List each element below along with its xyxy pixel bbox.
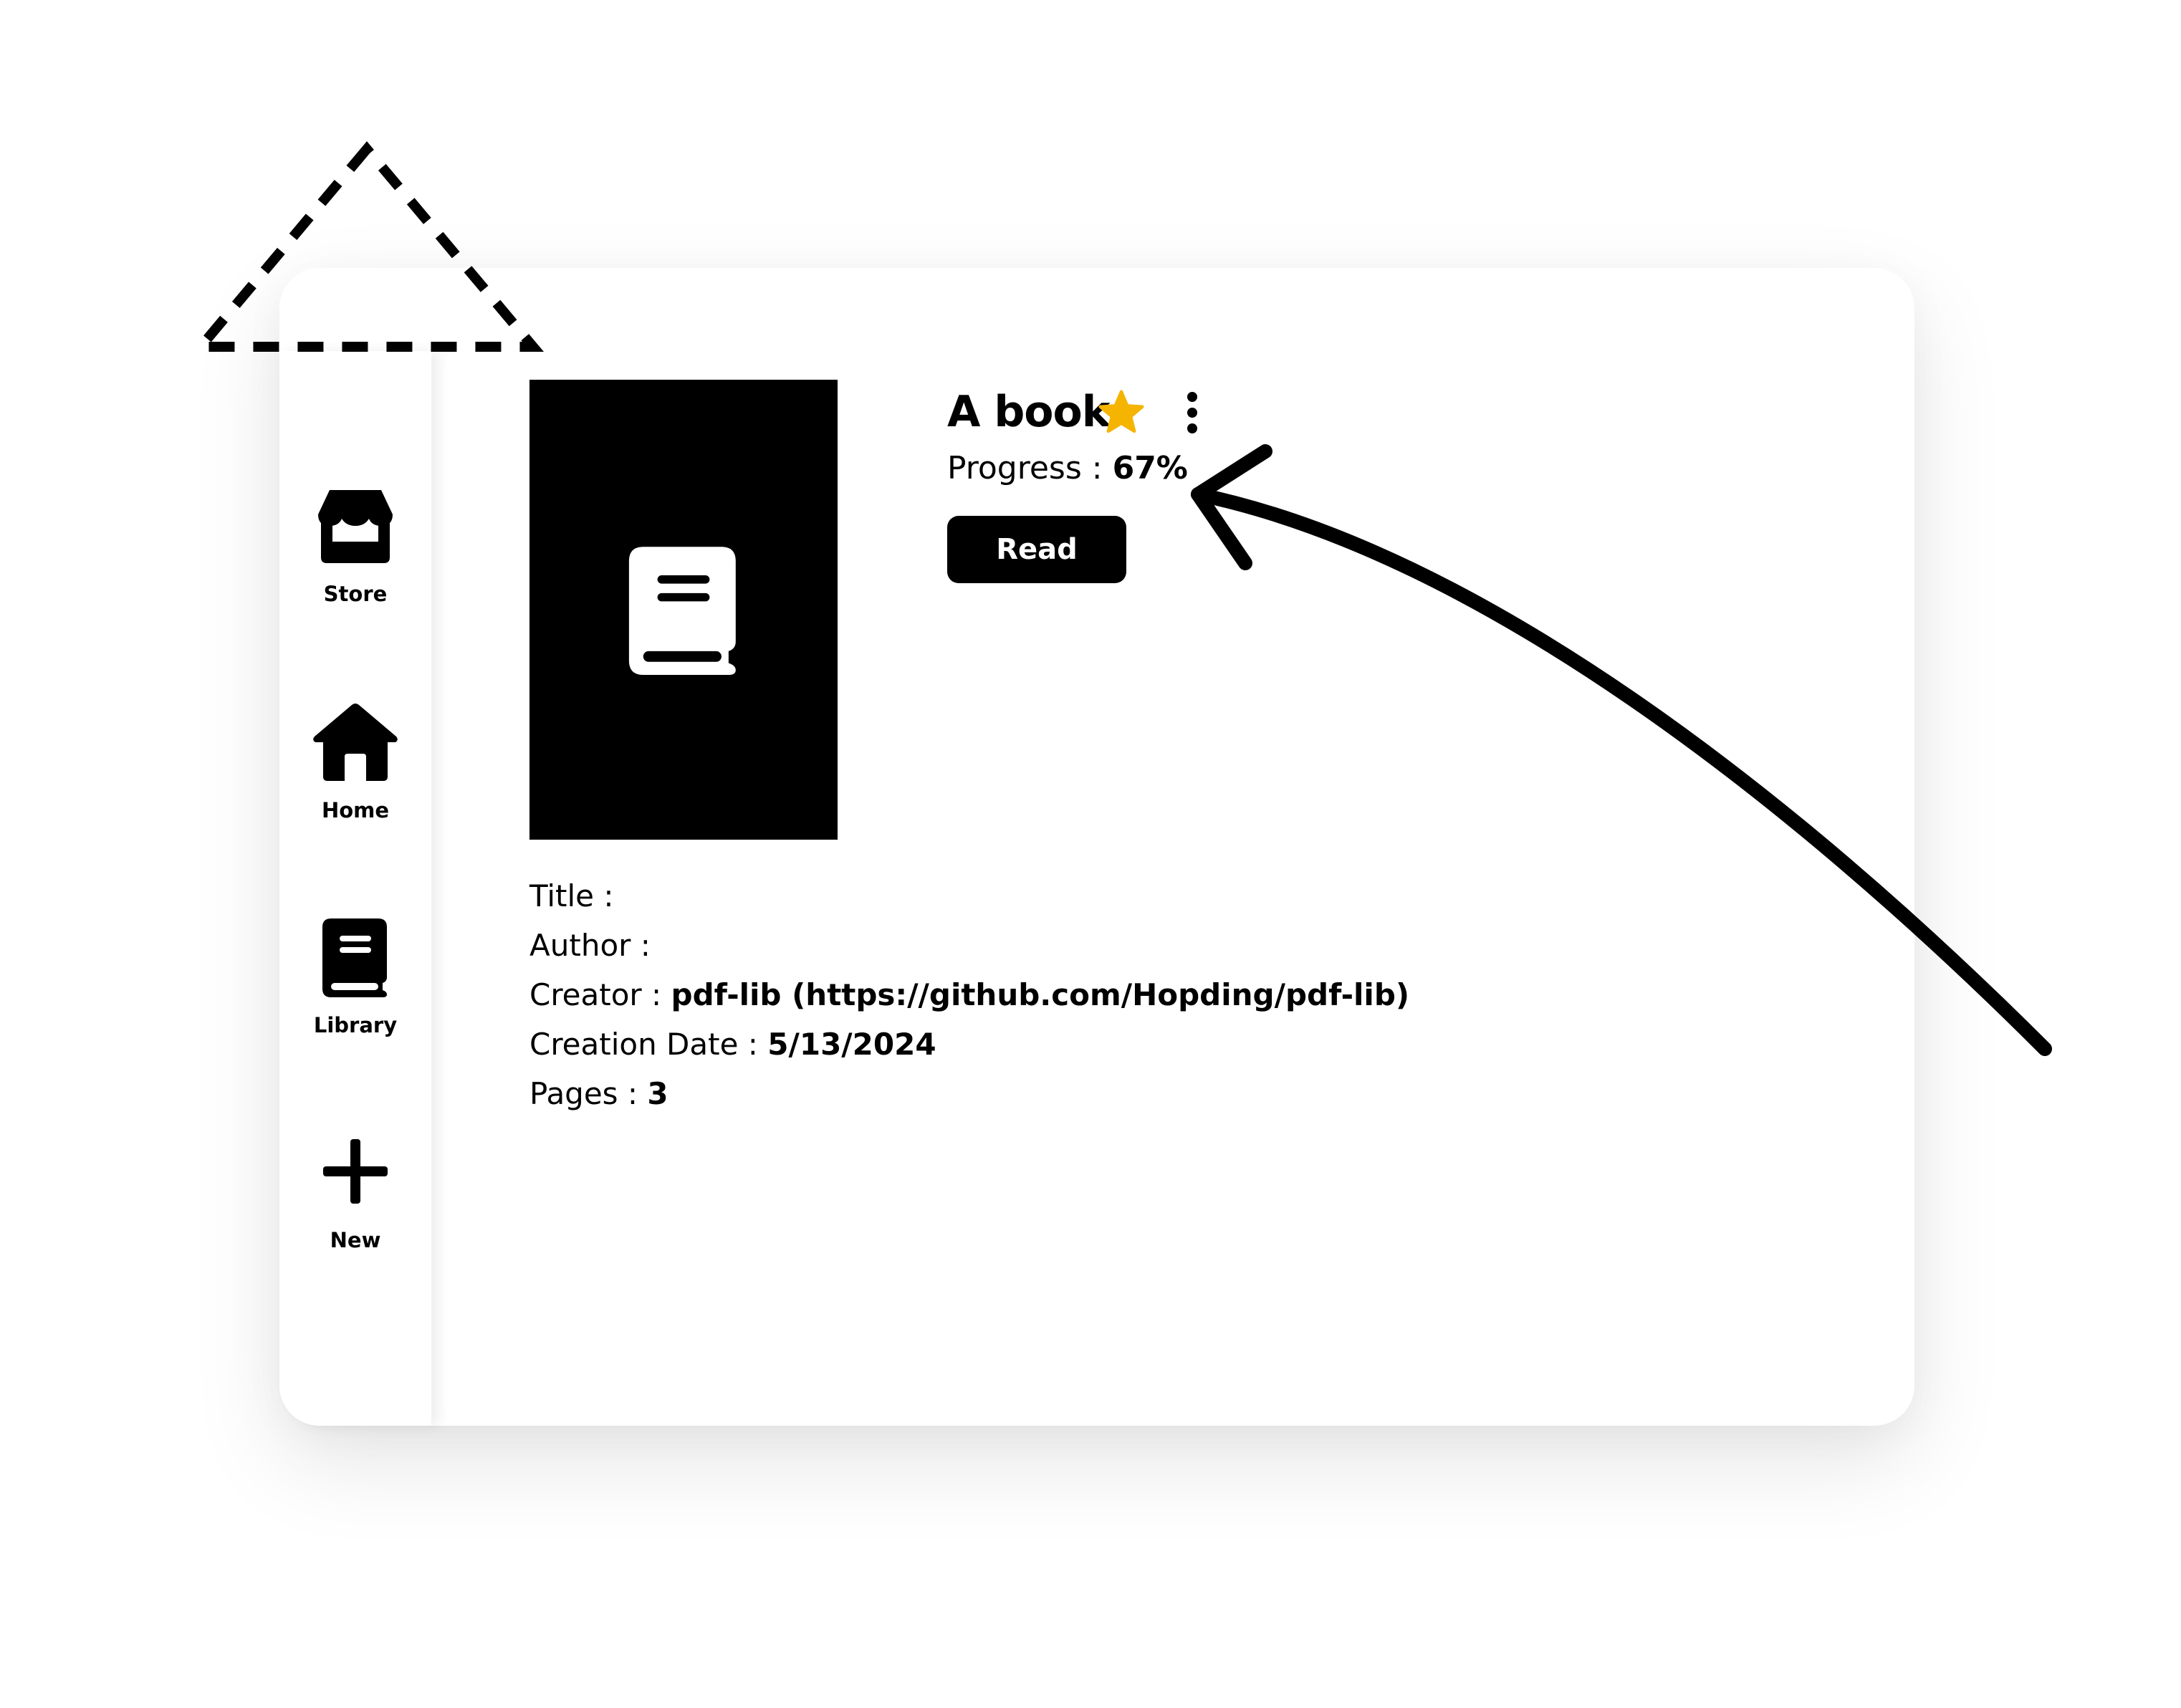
- meta-creation-date-value: 5/13/2024: [767, 1027, 936, 1062]
- sidebar-item-new[interactable]: New: [279, 1132, 431, 1252]
- meta-author-label: Author :: [529, 928, 651, 963]
- meta-pages-row: Pages : 3: [529, 1069, 1409, 1118]
- meta-creation-date-row: Creation Date : 5/13/2024: [529, 1019, 1409, 1069]
- store-icon: [318, 490, 393, 563]
- meta-pages-label: Pages :: [529, 1076, 648, 1111]
- star-icon[interactable]: [1097, 389, 1146, 436]
- meta-creation-date-label: Creation Date :: [529, 1027, 768, 1062]
- book-cover[interactable]: [529, 380, 838, 840]
- vertical-dots-icon[interactable]: [1184, 391, 1201, 434]
- progress-label: Progress :: [947, 450, 1113, 486]
- read-button[interactable]: Read: [947, 516, 1126, 583]
- plus-icon: [323, 1139, 388, 1204]
- meta-title-label: Title :: [529, 878, 614, 913]
- sidebar: Store Home Library New: [279, 351, 431, 1426]
- book-details-card: [279, 268, 1914, 1426]
- sidebar-item-home[interactable]: Home: [279, 702, 431, 822]
- progress-value: 67%: [1112, 450, 1188, 486]
- meta-creator-value: pdf-lib (https://github.com/Hopding/pdf-…: [671, 977, 1410, 1012]
- sidebar-item-label: Home: [321, 798, 390, 822]
- sidebar-item-label: Library: [313, 1013, 398, 1037]
- meta-creator-label: Creator :: [529, 977, 671, 1012]
- sidebar-item-label: New: [330, 1228, 381, 1252]
- book-icon: [322, 918, 387, 997]
- meta-title-row: Title :: [529, 871, 1409, 921]
- meta-pages-value: 3: [647, 1076, 668, 1111]
- home-icon: [313, 704, 398, 781]
- book-icon: [628, 547, 736, 675]
- book-metadata: Title : Author : Creator : pdf-lib (http…: [529, 871, 1409, 1118]
- meta-creator-row: Creator : pdf-lib (https://github.com/Ho…: [529, 970, 1409, 1019]
- progress-text: Progress : 67%: [947, 450, 1188, 486]
- sidebar-item-store[interactable]: Store: [279, 487, 431, 606]
- sidebar-item-label: Store: [323, 582, 388, 606]
- meta-author-row: Author :: [529, 921, 1409, 970]
- book-title: A book: [947, 387, 1111, 437]
- sidebar-item-library[interactable]: Library: [279, 917, 431, 1037]
